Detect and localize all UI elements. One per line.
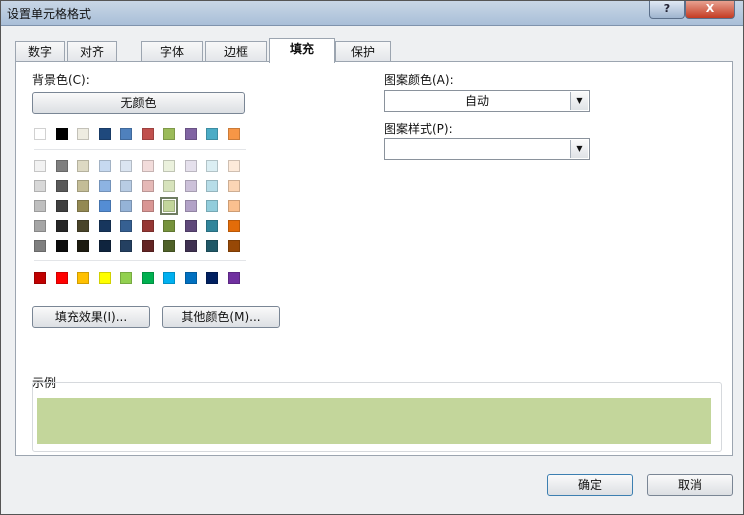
color-swatch[interactable] xyxy=(120,272,132,284)
color-swatch[interactable] xyxy=(141,200,154,212)
palette-separator-1 xyxy=(34,149,246,150)
color-swatch[interactable] xyxy=(184,272,197,284)
color-swatch[interactable] xyxy=(206,272,218,284)
color-swatch[interactable] xyxy=(184,200,197,212)
ok-button[interactable]: 确定 xyxy=(547,474,633,496)
color-swatch[interactable] xyxy=(55,160,68,172)
color-swatch[interactable] xyxy=(34,240,46,252)
color-swatch[interactable] xyxy=(163,128,175,140)
color-swatch[interactable] xyxy=(98,272,111,284)
title-bar: 设置单元格格式 ? X xyxy=(1,1,743,26)
sample-preview xyxy=(37,398,711,444)
color-swatch[interactable] xyxy=(141,240,154,252)
color-swatch[interactable] xyxy=(141,180,154,192)
background-color-label: 背景色(C): xyxy=(32,73,90,87)
color-swatch[interactable] xyxy=(120,180,132,192)
color-swatch[interactable] xyxy=(120,128,132,140)
tab-border[interactable]: 边框 xyxy=(205,41,267,61)
color-swatch[interactable] xyxy=(141,128,154,140)
color-swatch[interactable] xyxy=(163,272,175,284)
color-swatch[interactable] xyxy=(98,160,111,172)
tab-protection[interactable]: 保护 xyxy=(335,41,391,61)
color-swatch[interactable] xyxy=(163,180,175,192)
color-swatch[interactable] xyxy=(206,180,218,192)
color-swatch[interactable] xyxy=(55,220,68,232)
color-swatch[interactable] xyxy=(77,180,89,192)
color-swatch[interactable] xyxy=(184,180,197,192)
color-swatch[interactable] xyxy=(120,200,132,212)
color-swatch[interactable] xyxy=(34,272,46,284)
color-swatch[interactable] xyxy=(227,200,240,212)
color-swatch[interactable] xyxy=(227,180,240,192)
color-swatch[interactable] xyxy=(184,220,197,232)
color-swatch[interactable] xyxy=(55,200,68,212)
color-swatch[interactable] xyxy=(98,240,111,252)
close-button[interactable]: X xyxy=(685,1,735,19)
tab-fill[interactable]: 填充 xyxy=(269,38,335,63)
color-swatch[interactable] xyxy=(34,200,46,212)
chevron-down-icon[interactable]: ▼ xyxy=(570,140,588,158)
help-button[interactable]: ? xyxy=(649,1,685,19)
color-swatch[interactable] xyxy=(77,272,89,284)
color-swatch[interactable] xyxy=(141,272,154,284)
dialog-title: 设置单元格格式 xyxy=(7,7,92,21)
more-colors-button[interactable]: 其他颜色(M)... xyxy=(162,306,280,328)
color-swatch[interactable] xyxy=(184,128,197,140)
tab-number[interactable]: 数字 xyxy=(15,41,65,61)
pattern-color-label: 图案颜色(A): xyxy=(384,73,454,87)
color-swatch[interactable] xyxy=(227,160,240,172)
color-swatch[interactable] xyxy=(55,240,68,252)
color-swatch[interactable] xyxy=(163,160,175,172)
color-swatch[interactable] xyxy=(206,200,218,212)
pattern-color-select[interactable]: 自动 ▼ xyxy=(384,90,590,112)
color-swatch[interactable] xyxy=(227,220,240,232)
chevron-down-icon[interactable]: ▼ xyxy=(570,92,588,110)
color-swatch[interactable] xyxy=(227,240,240,252)
tab-alignment[interactable]: 对齐 xyxy=(67,41,117,61)
color-swatch[interactable] xyxy=(77,200,89,212)
color-swatch[interactable] xyxy=(141,160,154,172)
color-swatch[interactable] xyxy=(34,180,46,192)
pattern-style-select[interactable]: ▼ xyxy=(384,138,590,160)
color-swatch[interactable] xyxy=(120,220,132,232)
pattern-style-value xyxy=(385,139,569,159)
color-swatch[interactable] xyxy=(227,272,240,284)
color-swatch[interactable] xyxy=(55,272,68,284)
format-cells-dialog: 设置单元格格式 ? X 数字 对齐 字体 边框 填充 保护 背景色(C): 无颜… xyxy=(0,0,744,515)
color-swatch[interactable] xyxy=(34,220,46,232)
pattern-style-label: 图案样式(P): xyxy=(384,122,453,136)
no-color-button[interactable]: 无颜色 xyxy=(32,92,245,114)
color-swatch[interactable] xyxy=(77,240,89,252)
fill-effects-button[interactable]: 填充效果(I)... xyxy=(32,306,150,328)
color-swatch[interactable] xyxy=(206,240,218,252)
color-swatch[interactable] xyxy=(34,160,46,172)
color-swatch[interactable] xyxy=(34,128,46,140)
color-swatch[interactable] xyxy=(163,240,175,252)
color-swatch[interactable] xyxy=(184,160,197,172)
color-swatch[interactable] xyxy=(120,240,132,252)
color-swatch[interactable] xyxy=(55,128,68,140)
color-swatch[interactable] xyxy=(77,160,89,172)
color-swatch[interactable] xyxy=(227,128,240,140)
color-swatch[interactable] xyxy=(77,128,89,140)
color-swatch[interactable] xyxy=(98,180,111,192)
color-swatch[interactable] xyxy=(98,200,111,212)
color-swatch[interactable] xyxy=(141,220,154,232)
color-swatch[interactable] xyxy=(184,240,197,252)
fill-panel: 背景色(C): 无颜色 填充效果(I)... 其他颜色(M)... 图案颜色(A… xyxy=(15,61,733,456)
tab-font[interactable]: 字体 xyxy=(141,41,203,61)
color-swatch[interactable] xyxy=(77,220,89,232)
color-swatch[interactable] xyxy=(55,180,68,192)
color-swatch[interactable] xyxy=(160,197,178,215)
cancel-button[interactable]: 取消 xyxy=(647,474,733,496)
color-swatch[interactable] xyxy=(206,128,218,140)
color-swatch[interactable] xyxy=(98,128,111,140)
color-swatch[interactable] xyxy=(98,220,111,232)
pattern-color-value: 自动 xyxy=(464,94,489,108)
color-swatch[interactable] xyxy=(120,160,132,172)
color-swatch[interactable] xyxy=(206,220,218,232)
color-swatch[interactable] xyxy=(163,220,175,232)
palette-separator-2 xyxy=(34,260,246,261)
color-swatch[interactable] xyxy=(206,160,218,172)
